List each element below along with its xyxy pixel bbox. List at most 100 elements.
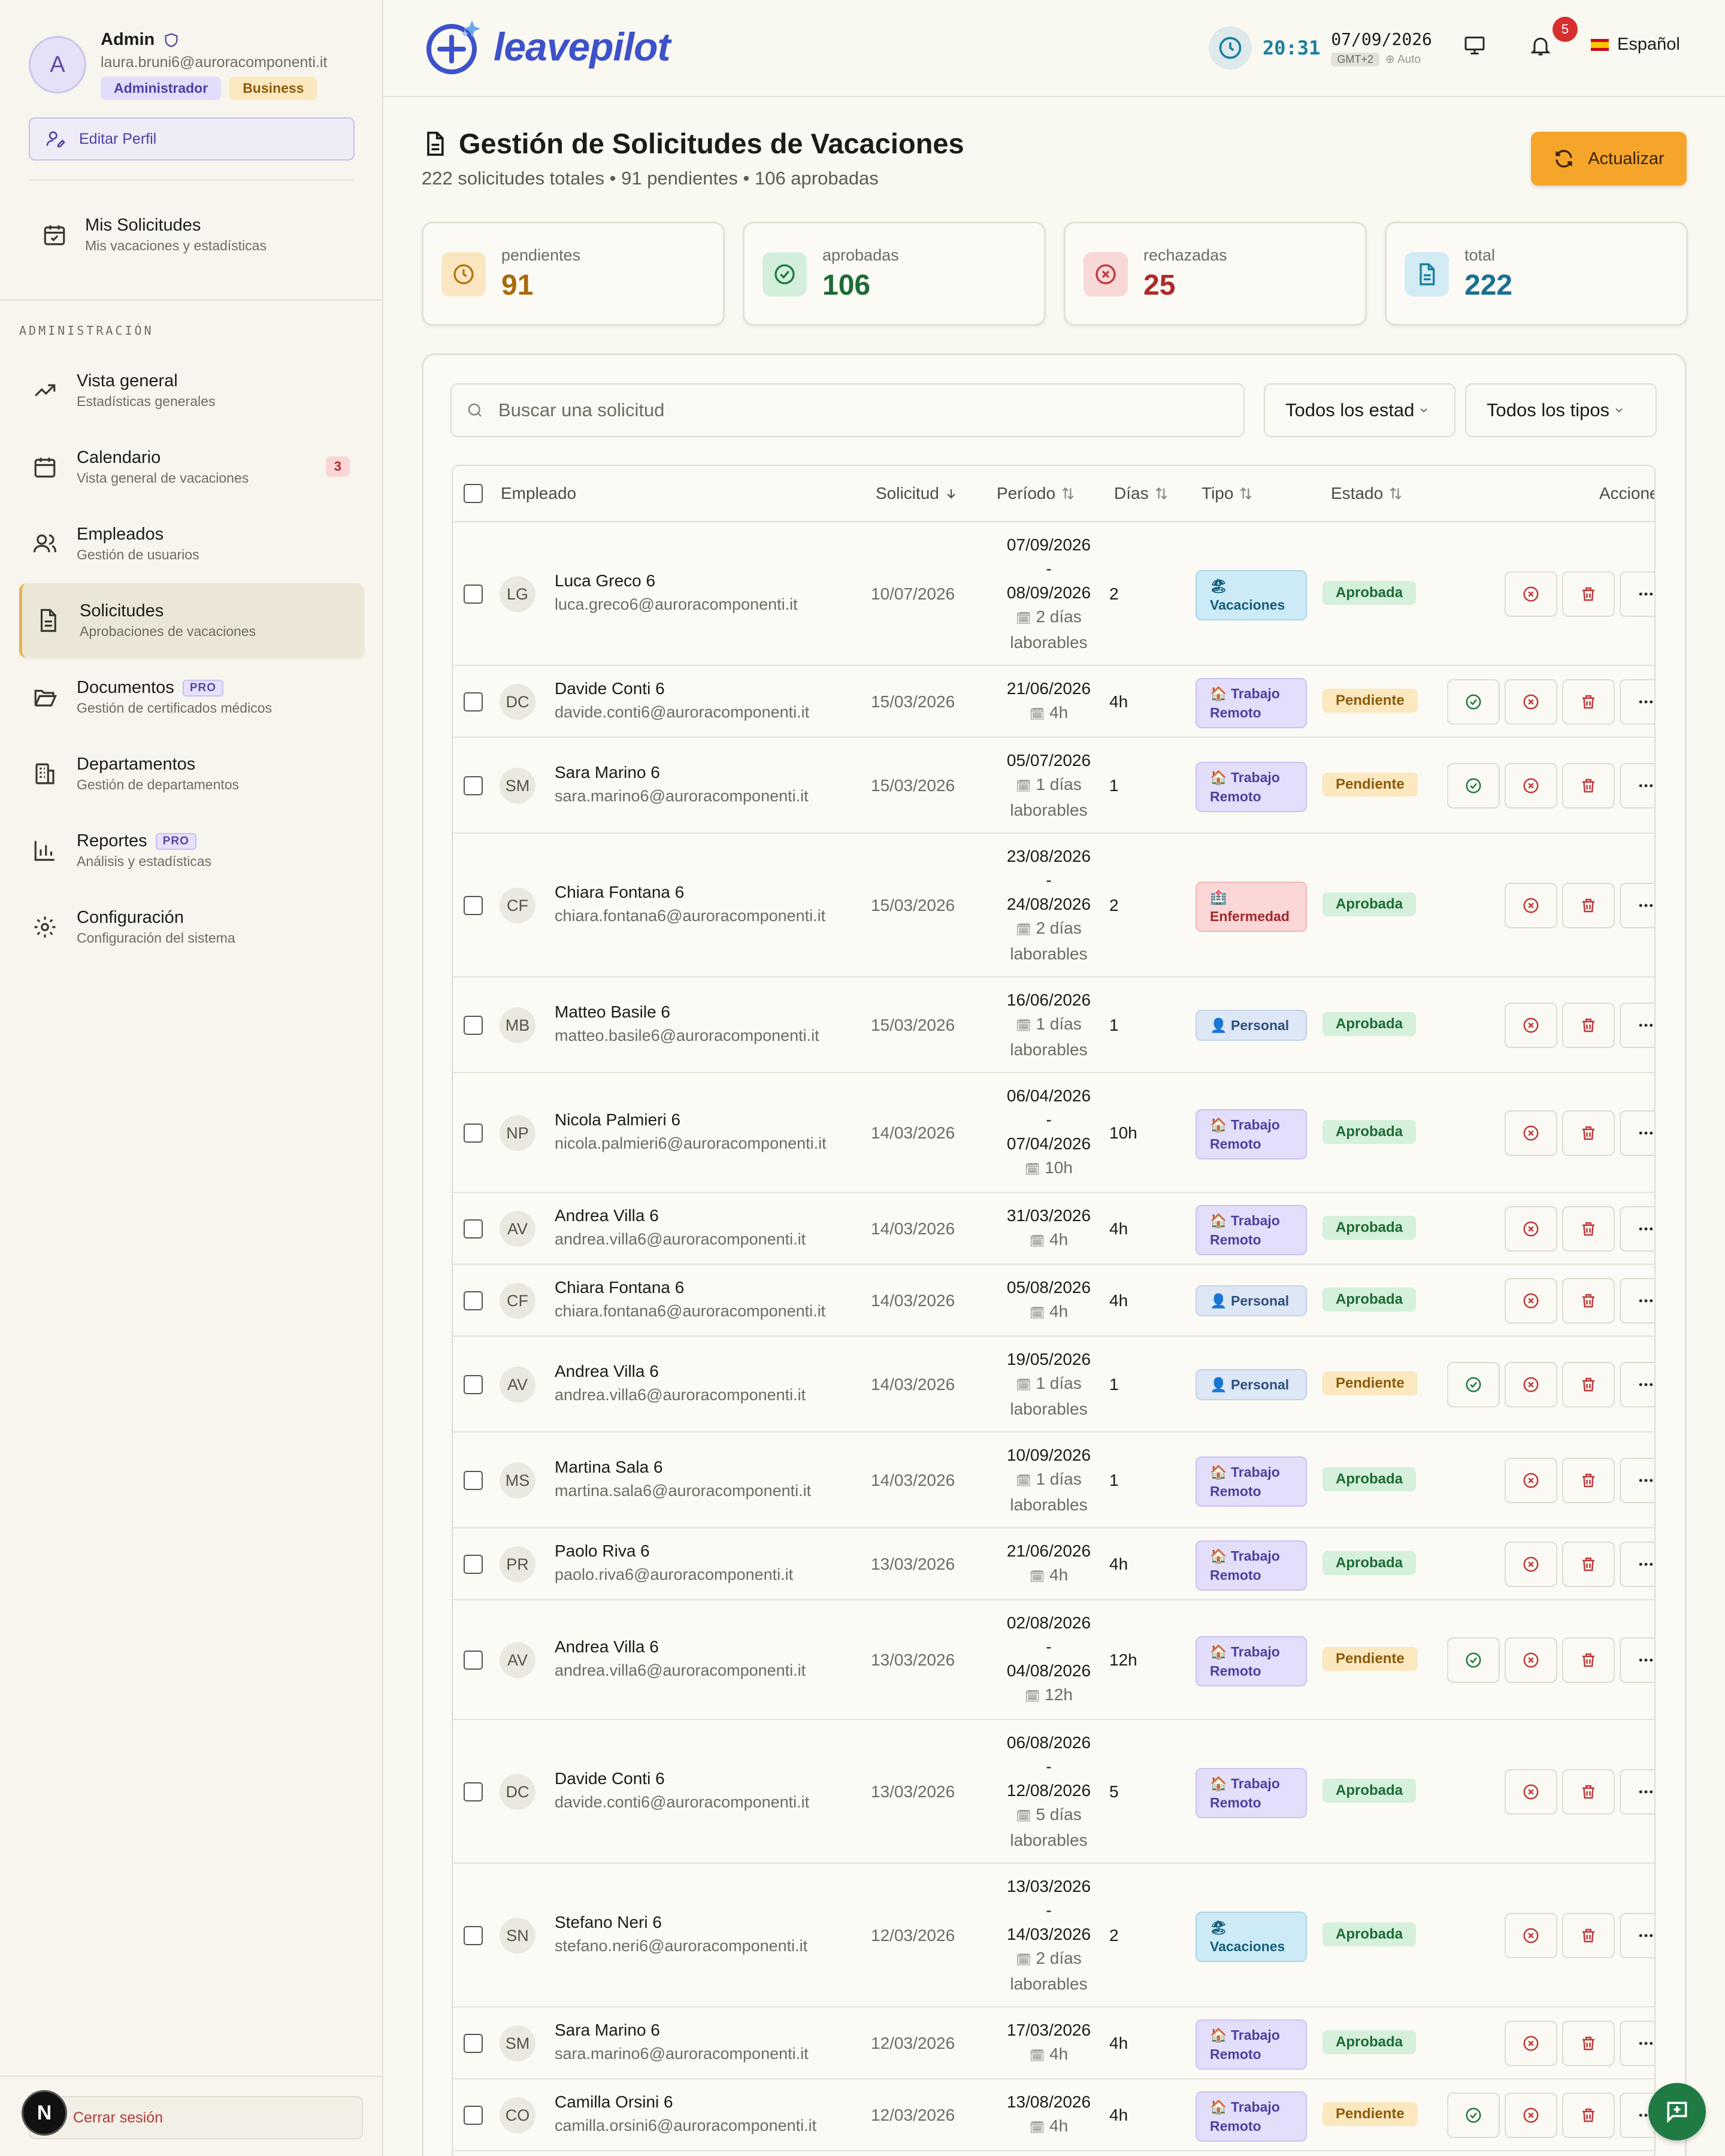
more-button[interactable]	[1620, 1769, 1654, 1815]
delete-button[interactable]	[1562, 571, 1615, 617]
row-checkbox[interactable]	[464, 1124, 483, 1143]
row-checkbox[interactable]	[464, 1926, 483, 1945]
reject-button[interactable]	[1505, 2093, 1557, 2138]
reject-button[interactable]	[1505, 1769, 1557, 1815]
table-row[interactable]: AV Andrea Villa 6 andrea.villa6@auroracomp…	[453, 1193, 1654, 1265]
more-button[interactable]	[1620, 1458, 1654, 1503]
table-row[interactable]: SM Sara Marino 6 sara.marino6@auroracompon…	[453, 738, 1654, 834]
table-row[interactable]: MB Matteo Basile 6 matteo.basile6@auroraco…	[453, 977, 1654, 1073]
delete-button[interactable]	[1562, 1206, 1615, 1252]
more-button[interactable]	[1620, 763, 1654, 808]
language-selector[interactable]: Español	[1591, 35, 1680, 54]
bell-icon[interactable]	[1529, 34, 1552, 57]
delete-button[interactable]	[1562, 1362, 1615, 1407]
delete-button[interactable]	[1562, 1458, 1615, 1503]
dev-tools-button[interactable]: N	[22, 2090, 67, 2136]
nav-my-requests[interactable]: Mis Solicitudes Mis vacaciones y estadís…	[29, 205, 355, 265]
table-row[interactable]: DC Davide Conti 6 davide.conti6@auroracomp…	[453, 666, 1654, 738]
more-button[interactable]	[1620, 1110, 1654, 1156]
more-button[interactable]	[1620, 1913, 1654, 1958]
approve-button[interactable]	[1447, 1362, 1500, 1407]
delete-button[interactable]	[1562, 763, 1615, 808]
delete-button[interactable]	[1562, 1542, 1615, 1587]
row-checkbox[interactable]	[464, 776, 483, 795]
more-button[interactable]	[1620, 1362, 1654, 1407]
nav-documents[interactable]: Documentos PRO Gestión de certificados méd…	[19, 660, 364, 734]
more-button[interactable]	[1620, 571, 1654, 617]
row-checkbox[interactable]	[464, 692, 483, 711]
nav-reports[interactable]: Reportes PRO Análisis y estadísticas	[19, 813, 364, 888]
search-input[interactable]: Buscar una solicitud	[450, 383, 1245, 437]
row-checkbox[interactable]	[464, 2106, 483, 2125]
table-row[interactable]: AGAlessia Gallo 6alessia.gallo6@auroraco…	[453, 2151, 1654, 2156]
table-row[interactable]: MS Martina Sala 6 martina.sala6@auroracomp…	[453, 1433, 1654, 1528]
reject-button[interactable]	[1505, 1003, 1557, 1048]
table-row[interactable]: AV Andrea Villa 6 andrea.villa6@auroracomp…	[453, 1600, 1654, 1720]
row-checkbox[interactable]	[464, 1375, 483, 1394]
table-row[interactable]: CF Chiara Fontana 6 chiara.fontana6@aurora…	[453, 1265, 1654, 1337]
more-button[interactable]	[1620, 2021, 1654, 2066]
more-button[interactable]	[1620, 883, 1654, 928]
reject-button[interactable]	[1505, 1110, 1557, 1156]
delete-button[interactable]	[1562, 1637, 1615, 1683]
avatar[interactable]: A	[29, 36, 86, 93]
reject-button[interactable]	[1505, 571, 1557, 617]
delete-button[interactable]	[1562, 1913, 1615, 1958]
table-row[interactable]: CF Chiara Fontana 6 chiara.fontana6@aurora…	[453, 834, 1654, 977]
table-row[interactable]: SM Sara Marino 6 sara.marino6@auroracompon…	[453, 2007, 1654, 2079]
delete-button[interactable]	[1562, 1003, 1615, 1048]
nav-employees[interactable]: Empleados Gestión de usuarios	[19, 507, 364, 581]
refresh-button[interactable]: Actualizar	[1531, 132, 1687, 186]
select-all-checkbox[interactable]	[464, 484, 483, 503]
column-employee[interactable]: Empleado	[501, 484, 576, 503]
approve-button[interactable]	[1447, 679, 1500, 725]
more-button[interactable]	[1620, 1542, 1654, 1587]
delete-button[interactable]	[1562, 679, 1615, 725]
row-checkbox[interactable]	[464, 1016, 483, 1035]
table-row[interactable]: AV Andrea Villa 6 andrea.villa6@auroracomp…	[453, 1337, 1654, 1433]
delete-button[interactable]	[1562, 1110, 1615, 1156]
delete-button[interactable]	[1562, 2093, 1615, 2138]
reject-button[interactable]	[1505, 679, 1557, 725]
reject-button[interactable]	[1505, 1637, 1557, 1683]
more-button[interactable]	[1620, 1637, 1654, 1683]
more-button[interactable]	[1620, 1278, 1654, 1324]
delete-button[interactable]	[1562, 2021, 1615, 2066]
reject-button[interactable]	[1505, 1278, 1557, 1324]
nav-settings[interactable]: Configuración Configuración del sistema	[19, 890, 364, 964]
row-checkbox[interactable]	[464, 896, 483, 915]
row-checkbox[interactable]	[464, 2034, 483, 2053]
reject-button[interactable]	[1505, 883, 1557, 928]
more-button[interactable]	[1620, 1003, 1654, 1048]
edit-profile-button[interactable]: Editar Perfil	[29, 117, 355, 161]
chat-button[interactable]	[1648, 2083, 1706, 2140]
row-checkbox[interactable]	[464, 1651, 483, 1670]
column-period[interactable]: Período	[997, 484, 1076, 503]
nav-requests[interactable]: Solicitudes Aprobaciones de vacaciones	[19, 583, 364, 658]
approve-button[interactable]	[1447, 763, 1500, 808]
column-type[interactable]: Tipo	[1202, 484, 1254, 503]
reject-button[interactable]	[1505, 1362, 1557, 1407]
reject-button[interactable]	[1505, 2021, 1557, 2066]
row-checkbox[interactable]	[464, 1555, 483, 1574]
row-checkbox[interactable]	[464, 1782, 483, 1801]
reject-button[interactable]	[1505, 763, 1557, 808]
brand-logo[interactable]: leavepilot	[423, 17, 670, 77]
reject-button[interactable]	[1505, 1542, 1557, 1587]
table-row[interactable]: LG Luca Greco 6 luca.greco6@auroracomponen…	[453, 522, 1654, 666]
table-row[interactable]: PR Paolo Riva 6 paolo.riva6@auroracomponen…	[453, 1528, 1654, 1600]
more-button[interactable]	[1620, 1206, 1654, 1252]
row-checkbox[interactable]	[464, 1471, 483, 1490]
type-filter-select[interactable]: Todos los tipos	[1465, 383, 1657, 437]
table-row[interactable]: CO Camilla Orsini 6 camilla.orsini6@aurora…	[453, 2079, 1654, 2151]
reject-button[interactable]	[1505, 1458, 1557, 1503]
table-row[interactable]: SN Stefano Neri 6 stefano.neri6@auroracomp…	[453, 1864, 1654, 2007]
nav-overview[interactable]: Vista general Estadísticas generales	[19, 353, 364, 428]
row-checkbox[interactable]	[464, 1291, 483, 1310]
delete-button[interactable]	[1562, 1769, 1615, 1815]
column-days[interactable]: Días	[1114, 484, 1169, 503]
column-status[interactable]: Estado	[1331, 484, 1403, 503]
monitor-icon[interactable]	[1463, 34, 1487, 57]
row-checkbox[interactable]	[464, 585, 483, 604]
approve-button[interactable]	[1447, 2093, 1500, 2138]
